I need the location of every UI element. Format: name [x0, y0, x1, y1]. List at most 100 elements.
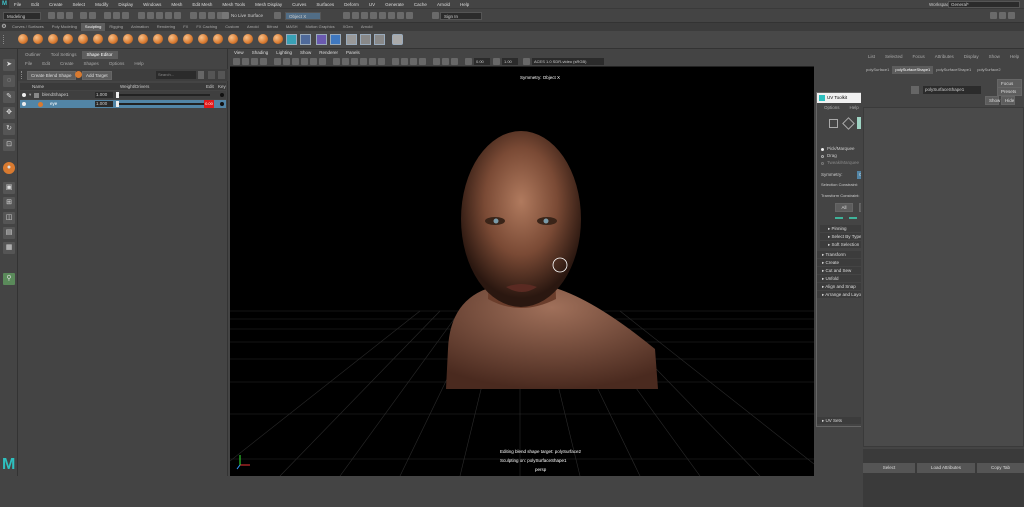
shape-editor-menu-shapes[interactable]: Shapes	[79, 60, 104, 68]
menu-item-select[interactable]: Select	[68, 0, 91, 9]
duplicate-target-icon[interactable]	[360, 34, 371, 45]
object-mode-icon[interactable]	[113, 12, 120, 19]
freeze-tool-icon[interactable]	[273, 34, 283, 44]
camera-attributes-icon[interactable]	[242, 58, 249, 65]
colorspace-dropdown[interactable]: ACES 1.0 SDR-video (sRGB)	[532, 58, 604, 65]
shelf-menu-icon[interactable]	[3, 35, 9, 44]
clear-search-icon[interactable]	[198, 71, 204, 79]
shelf-tab-motion-graphics[interactable]: Motion Graphics	[302, 23, 339, 31]
field-chart-icon[interactable]	[310, 58, 317, 65]
search-layout-icon[interactable]: ⚲	[3, 273, 15, 285]
pose-editor-icon[interactable]	[346, 34, 357, 45]
bookmarks-icon[interactable]	[251, 58, 258, 65]
menu-item-mesh[interactable]: Mesh	[166, 0, 187, 9]
menu-item-edit-mesh[interactable]: Edit Mesh	[187, 0, 217, 9]
move-tool-icon[interactable]: ✥	[3, 107, 15, 119]
lasso-tool-icon[interactable]: ◌	[3, 75, 15, 87]
uv-shell-icon-2[interactable]	[849, 214, 857, 219]
viewport-menu-view[interactable]: View	[230, 49, 248, 57]
gate-mask-icon[interactable]	[301, 58, 308, 65]
depth-of-field-icon[interactable]	[419, 58, 426, 65]
menu-item-display[interactable]: Display	[113, 0, 138, 9]
snap-grid-icon[interactable]	[190, 12, 197, 19]
visibility-dot[interactable]	[22, 102, 26, 106]
edit-button[interactable]: 0.00	[204, 100, 214, 108]
rotate-tool-icon[interactable]: ↻	[3, 123, 15, 135]
channel-box-menu-help[interactable]: Help	[1005, 53, 1024, 61]
xray-icon[interactable]	[442, 58, 449, 65]
two-view-icon[interactable]: ◫	[3, 212, 15, 224]
hierarchy-mode-icon[interactable]	[104, 12, 111, 19]
graph-layout-icon[interactable]: ▦	[3, 242, 15, 254]
shelf-tab-sculpting[interactable]: Sculpting	[80, 23, 106, 31]
shape-editor-icon[interactable]	[330, 34, 341, 45]
drag-radio[interactable]	[821, 155, 824, 158]
spray-tool-icon[interactable]	[123, 34, 133, 44]
add-target-button[interactable]: Add Target	[82, 71, 112, 80]
menu-item-create[interactable]: Create	[44, 0, 68, 9]
gamma-field[interactable]: 1.00	[502, 58, 518, 65]
viewport-menu-panels[interactable]: Panels	[342, 49, 364, 57]
node-tab[interactable]: polySurface1	[863, 66, 892, 74]
render-sequence-icon[interactable]	[352, 12, 359, 19]
row-value[interactable]: 1.000	[95, 92, 113, 98]
viewport-menu-show[interactable]: Show	[296, 49, 315, 57]
viewport-menu-lighting[interactable]: Lighting	[272, 49, 296, 57]
scrape-tool-icon[interactable]	[183, 34, 193, 44]
shelf-tab-bifrost[interactable]: Bifrost	[263, 23, 282, 31]
shape-editor-menu-file[interactable]: File	[20, 60, 37, 68]
new-scene-icon[interactable]	[48, 12, 55, 19]
relax-tool-icon[interactable]	[48, 34, 58, 44]
shape-editor-menu-help[interactable]: Help	[129, 60, 148, 68]
repeat-tool-icon[interactable]	[138, 34, 148, 44]
channel-box-menu-list[interactable]: List	[863, 53, 880, 61]
panel-tab-outliner[interactable]: Outliner	[20, 51, 46, 59]
component-mode-icon[interactable]	[122, 12, 129, 19]
foamy-tool-icon[interactable]	[108, 34, 118, 44]
blend-shape-icon[interactable]	[316, 34, 327, 45]
bulge-tool-icon[interactable]	[243, 34, 253, 44]
viewport-3d[interactable]: Symmetry: Object X Editing blend shape t…	[230, 49, 814, 476]
panel-tab-tool-settings[interactable]: Tool Settings	[46, 51, 82, 59]
wax-tool-icon[interactable]	[168, 34, 178, 44]
wireframe-icon[interactable]	[333, 58, 340, 65]
sculpt-tool-settings-icon[interactable]	[300, 34, 311, 45]
create-blend-shape-button[interactable]: Create Blend Shape	[27, 71, 76, 80]
menu-item-help[interactable]: Help	[455, 0, 474, 9]
node-tab[interactable]: polySurfaceShape1	[933, 66, 974, 74]
target-sort-icon[interactable]	[218, 71, 225, 79]
target-row-selected[interactable]: eye 1.000 0.00	[20, 100, 226, 108]
open-scene-icon[interactable]	[57, 12, 64, 19]
shape-editor-menu-options[interactable]: Options	[104, 60, 130, 68]
scale-tool-icon[interactable]: ⊡	[3, 139, 15, 151]
shape-editor-menu-edit[interactable]: Edit	[37, 60, 55, 68]
wireframe-on-shaded-icon[interactable]	[351, 58, 358, 65]
menu-item-mesh-display[interactable]: Mesh Display	[250, 0, 287, 9]
amplify-tool-icon[interactable]	[258, 34, 268, 44]
workspace-dropdown[interactable]: General*	[948, 1, 1020, 8]
textured-icon[interactable]	[360, 58, 367, 65]
shadows-icon[interactable]	[378, 58, 385, 65]
menu-item-deform[interactable]: Deform	[339, 0, 364, 9]
make-live-icon[interactable]	[222, 12, 229, 19]
hide-button[interactable]: Hide	[1001, 96, 1015, 105]
shelf-tab-xgen[interactable]: XGen	[339, 23, 357, 31]
menu-item-uv[interactable]: UV	[364, 0, 380, 9]
redo-icon[interactable]	[89, 12, 96, 19]
select-all-button[interactable]: All	[835, 203, 853, 212]
menu-item-surfaces[interactable]: Surfaces	[311, 0, 339, 9]
exposure-field[interactable]: 0.00	[474, 58, 490, 65]
weight-slider-knob[interactable]	[116, 92, 119, 98]
motion-blur-icon[interactable]	[401, 58, 408, 65]
channel-box-menu-selected[interactable]: Selected	[880, 53, 908, 61]
search-input[interactable]: Search...	[156, 71, 196, 79]
channel-box-menu-attributes[interactable]: Attributes	[930, 53, 959, 61]
menu-item-curves[interactable]: Curves	[287, 0, 311, 9]
grab-tool-icon[interactable]	[63, 34, 73, 44]
viewport-menu-renderer[interactable]: Renderer	[315, 49, 342, 57]
channel-box-menu-show[interactable]: Show	[984, 53, 1005, 61]
symmetry-dropdown[interactable]: Object X	[285, 12, 321, 20]
use-all-lights-icon[interactable]	[369, 58, 376, 65]
attribute-editor-icon[interactable]	[999, 12, 1006, 19]
presets-button[interactable]: Presets	[997, 87, 1022, 96]
